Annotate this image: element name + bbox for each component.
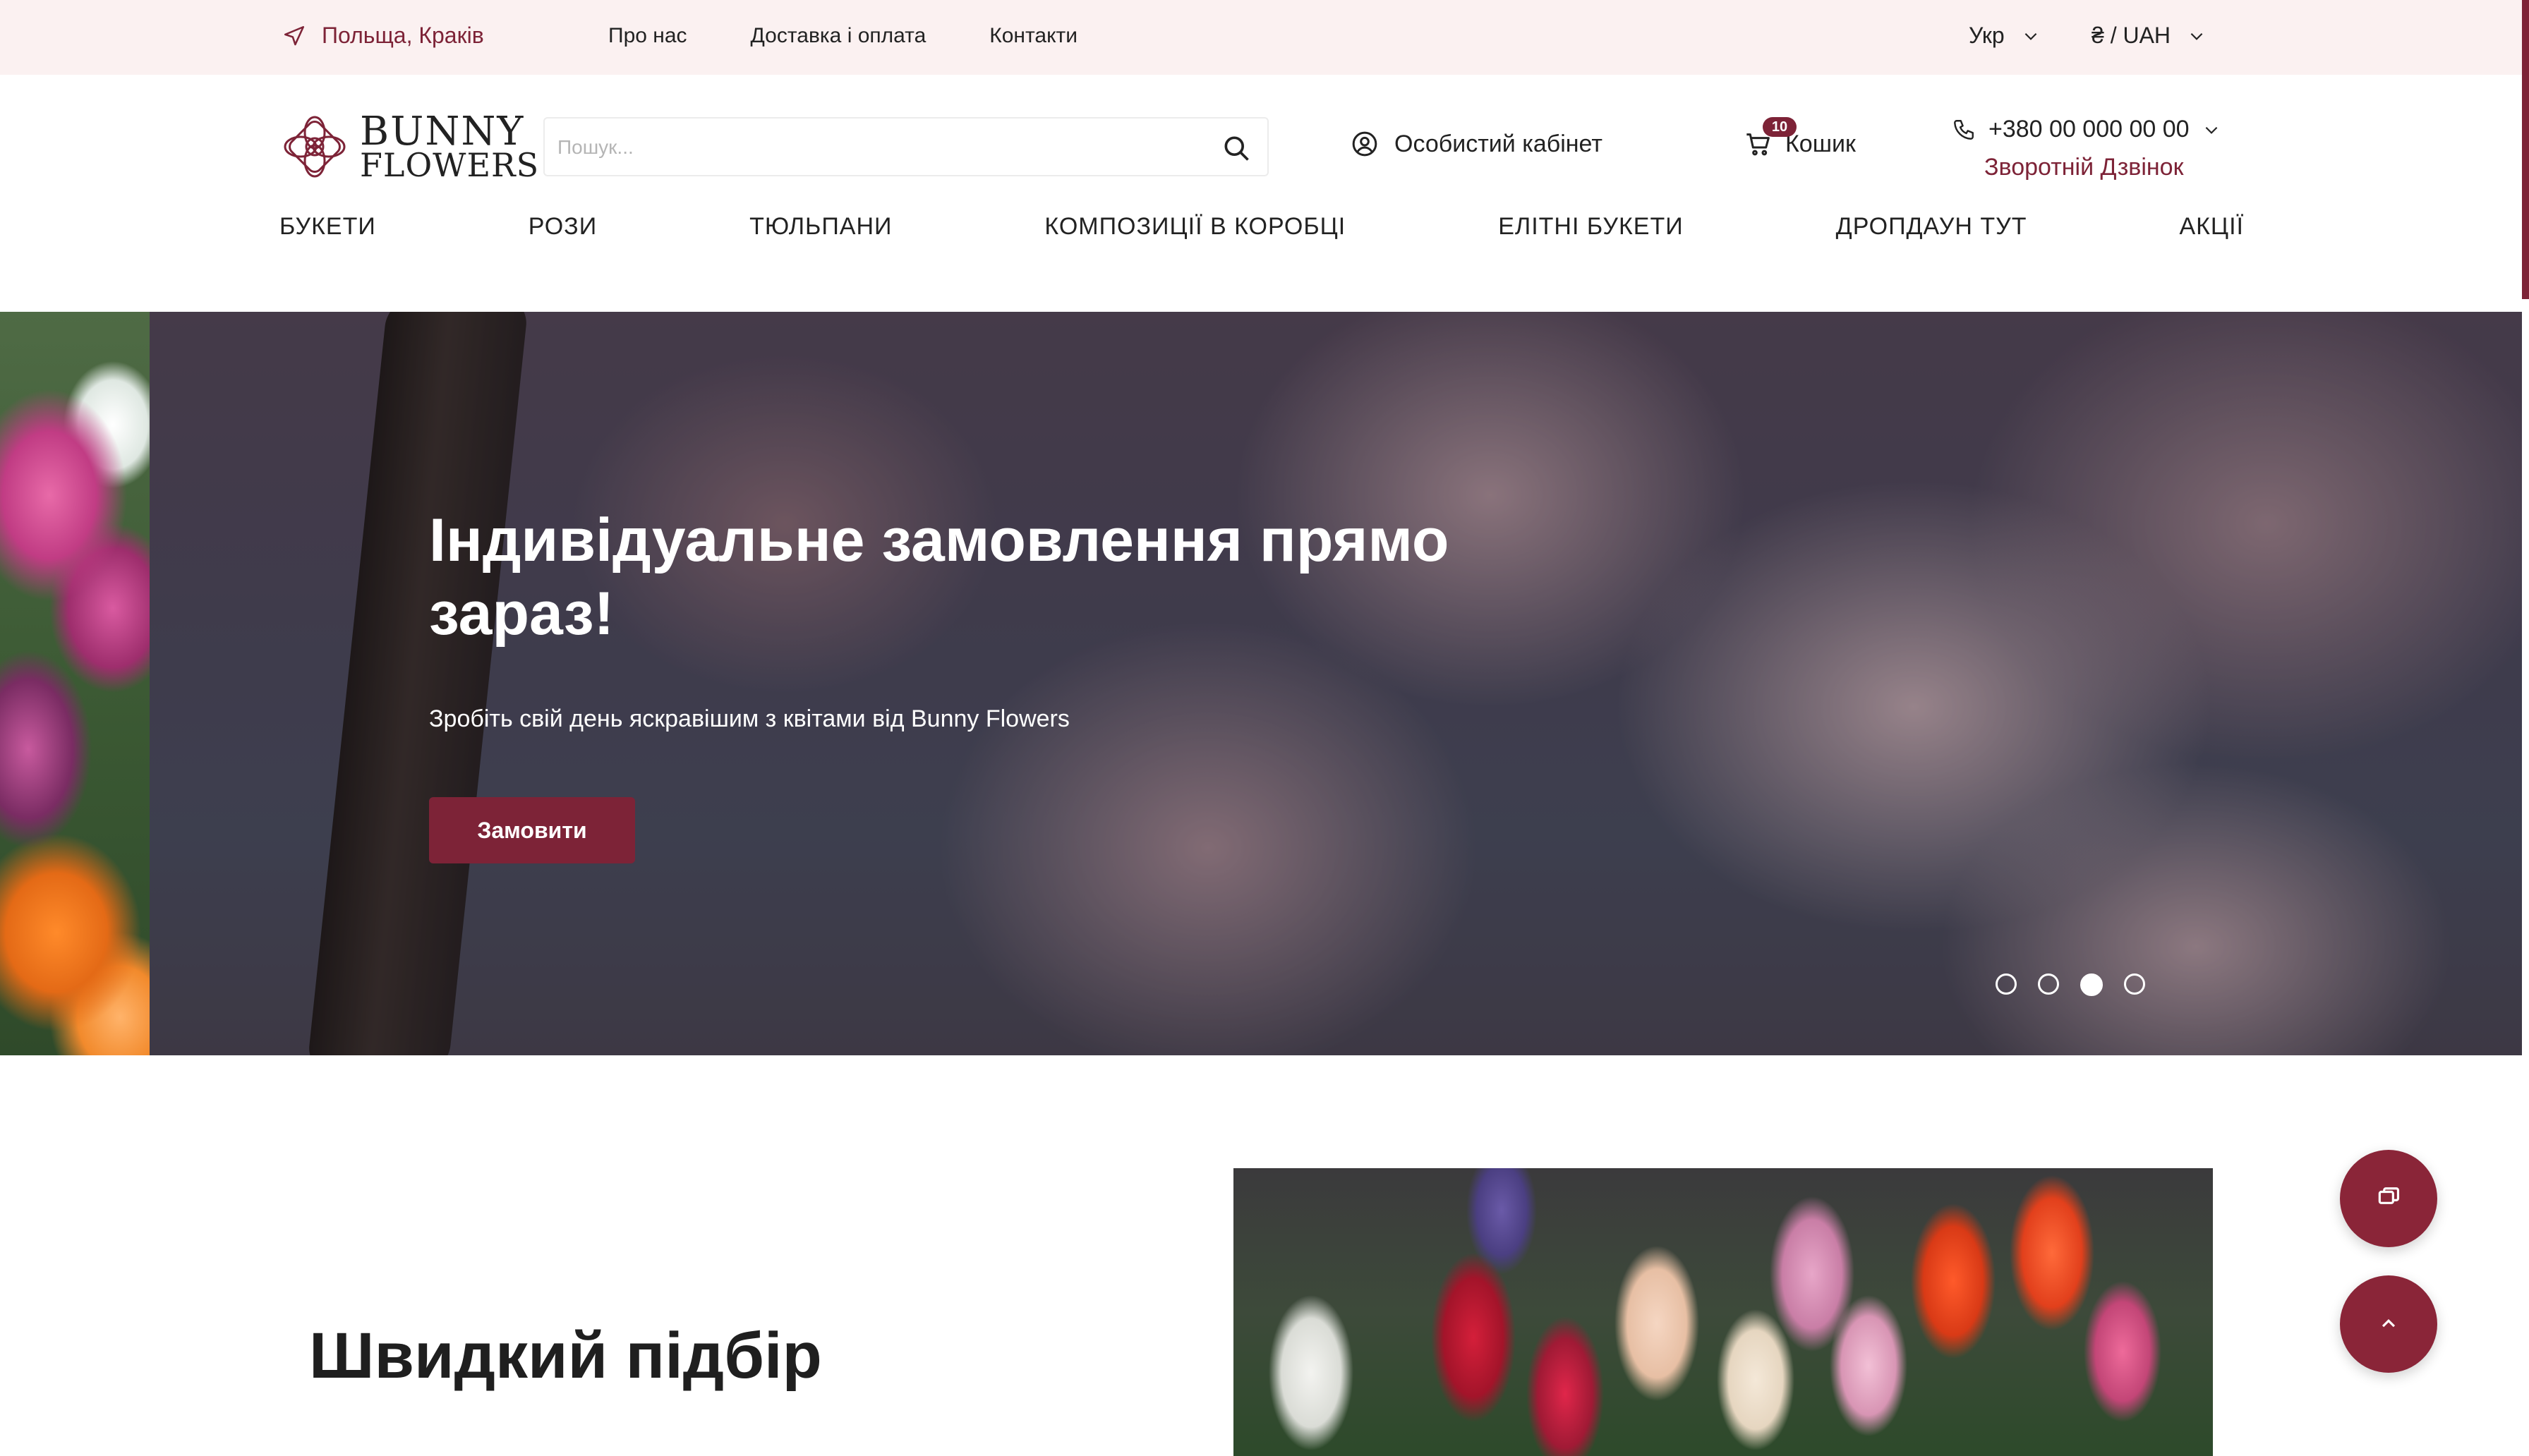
phone-icon (1954, 119, 1974, 140)
top-bar: Польща, Краків Про нас Доставка і оплата… (0, 0, 2529, 75)
chevron-up-icon (2382, 1319, 2396, 1328)
currency-value: ₴ / UAH (2092, 23, 2171, 48)
search-icon[interactable] (1221, 133, 1252, 164)
nav-item-elite-bouquets[interactable]: ЕЛІТНІ БУКЕТИ (1498, 213, 1683, 241)
search-box (543, 117, 1269, 176)
nav-item-bouquets[interactable]: БУКЕТИ (279, 213, 376, 241)
top-links: Про нас Доставка і оплата Контакти (608, 24, 1078, 48)
main-nav: БУКЕТИ РОЗИ ТЮЛЬПАНИ КОМПОЗИЦІЇ В КОРОБЦ… (279, 213, 2244, 241)
logo-text-line2: FLOWERS (360, 146, 540, 184)
logo[interactable]: BUNNY FLOWERS (279, 111, 539, 182)
nav-item-box-compositions[interactable]: КОМПОЗИЦІЇ В КОРОБЦІ (1044, 213, 1346, 241)
slider-pagination (1996, 973, 2145, 996)
link-delivery-payment[interactable]: Доставка і оплата (751, 24, 927, 48)
user-circle-icon (1352, 131, 1377, 157)
language-value: Укр (1969, 23, 2005, 48)
location-arrow-icon (284, 25, 305, 45)
hero-slider: Індивідуальне замовлення прямо зараз! Зр… (150, 312, 2522, 1055)
account-label: Особистий кабінет (1394, 130, 1602, 157)
phone-number: +380 00 000 00 00 (1988, 116, 2190, 142)
slider-dot-3[interactable] (2080, 973, 2103, 996)
chevron-down-icon (2024, 32, 2037, 40)
search-input[interactable] (557, 131, 1193, 164)
cart-link[interactable]: 10 Кошик (1744, 117, 1856, 158)
nav-item-tulips[interactable]: ТЮЛЬПАНИ (749, 213, 892, 241)
chat-icon (2378, 1187, 2400, 1204)
callback-link[interactable]: Зворотній Дзвінок (1984, 154, 2183, 181)
quick-pick-title: Швидкий підбір (309, 1320, 822, 1392)
account-link[interactable]: Особистий кабінет (1351, 130, 1602, 158)
slider-dot-4[interactable] (2124, 973, 2145, 995)
phone-dropdown[interactable]: +380 00 000 00 00 (1952, 116, 2221, 143)
hero-subtitle: Зробіть свій день яскравішим з квітами в… (429, 705, 1070, 732)
language-dropdown[interactable]: Укр (1969, 23, 2040, 49)
chevron-down-icon (2205, 126, 2217, 134)
nav-item-dropdown[interactable]: ДРОПДАУН ТУТ (1836, 213, 2027, 241)
flower-logo-icon (284, 116, 346, 178)
location-label: Польща, Краків (322, 23, 484, 48)
cart-count-badge: 10 (1763, 117, 1797, 137)
nav-item-sales[interactable]: АКЦІЇ (2179, 213, 2244, 241)
slider-dot-2[interactable] (2038, 973, 2059, 995)
location-selector[interactable]: Польща, Краків (282, 23, 484, 49)
chat-button[interactable] (2340, 1150, 2437, 1247)
slider-dot-1[interactable] (1996, 973, 2017, 995)
chevron-down-icon (2190, 32, 2203, 40)
currency-dropdown[interactable]: ₴ / UAH (2092, 23, 2206, 49)
hero-title: Індивідуальне замовлення прямо зараз! (429, 506, 1449, 648)
cart-label: Кошик (1785, 130, 1856, 157)
previous-slide-preview[interactable] (0, 312, 150, 1055)
link-about[interactable]: Про нас (608, 24, 687, 48)
quick-pick-tulips-image (1233, 1168, 2213, 1456)
link-contacts[interactable]: Контакти (989, 24, 1078, 48)
nav-item-roses[interactable]: РОЗИ (529, 213, 597, 241)
scroll-to-top-button[interactable] (2340, 1275, 2437, 1373)
order-button[interactable]: Замовити (429, 797, 635, 863)
scrollbar-thumb[interactable] (2522, 0, 2529, 299)
